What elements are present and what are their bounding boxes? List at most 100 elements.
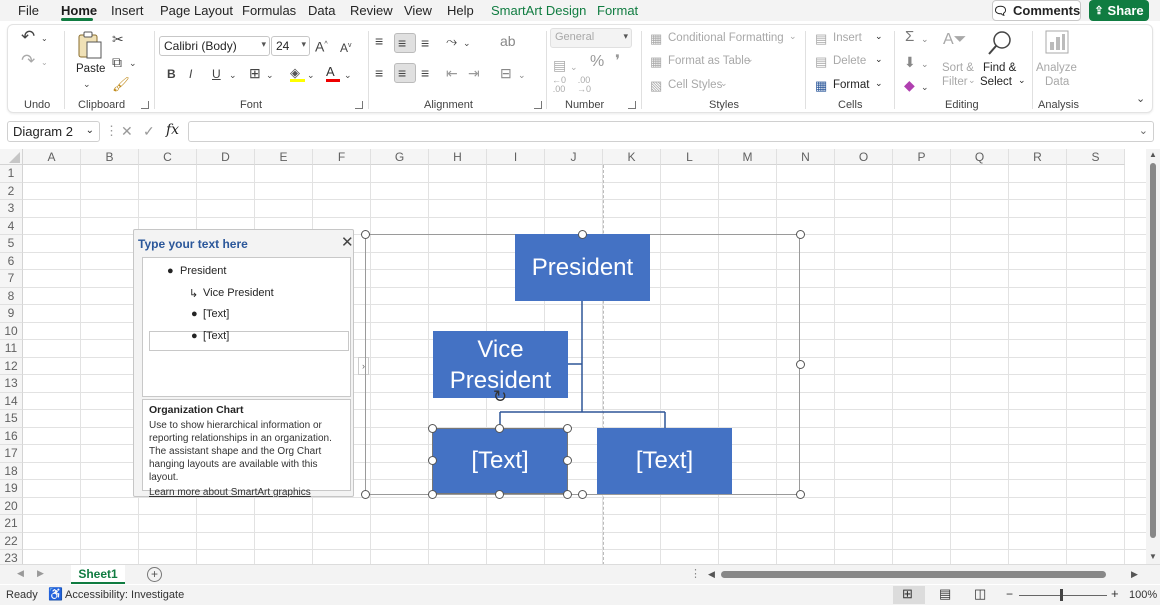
horizontal-scroll-thumb[interactable] [721,571,1106,578]
percent-style-button[interactable]: % [590,54,604,70]
row-header[interactable]: 1 [0,165,23,183]
text-pane-item[interactable]: Vice President [203,287,274,299]
tab-data[interactable]: Data [308,3,335,18]
resize-handle[interactable] [563,424,572,433]
resize-handle[interactable] [563,456,572,465]
resize-handle[interactable] [495,490,504,499]
number-format-combo[interactable]: General ▾ [550,28,632,48]
resize-handle[interactable] [428,490,437,499]
row-header[interactable]: 6 [0,252,23,270]
alignment-launcher-icon[interactable] [534,101,542,109]
autosum-icon[interactable]: Σ [905,29,914,45]
number-launcher-icon[interactable] [628,101,636,109]
comma-style-button[interactable]: ❜ [615,54,620,70]
fill-color-button[interactable]: ◈ [290,65,306,83]
zoom-in-icon[interactable]: + [1111,586,1119,601]
increase-decimal-icon[interactable]: ←0.00 [552,76,566,94]
org-box-president[interactable]: President [515,234,650,301]
row-header[interactable]: 15 [0,410,23,428]
accounting-format-icon[interactable]: ▤ [553,57,566,73]
accessibility-status[interactable]: Accessibility: Investigate [65,589,184,601]
column-header[interactable]: H [429,149,487,165]
column-header[interactable]: P [893,149,951,165]
row-header[interactable]: 2 [0,182,23,200]
scroll-down-icon[interactable]: ▼ [1149,552,1157,561]
redo-icon[interactable]: ↷ [21,52,35,69]
column-header[interactable]: A [23,149,81,165]
cut-icon[interactable]: ✂ [112,31,124,47]
resize-handle[interactable] [796,490,805,499]
scroll-up-icon[interactable]: ▲ [1149,150,1157,159]
tab-insert[interactable]: Insert [111,3,144,18]
copy-dropdown-icon[interactable]: ⌄ [129,55,137,71]
font-size-combo[interactable]: 24 ▾ [271,36,310,56]
tab-view[interactable]: View [404,3,432,18]
collapse-ribbon-icon[interactable]: ⌄ [1136,91,1145,107]
resize-handle[interactable] [428,424,437,433]
orientation-icon[interactable]: ⤳ [446,33,457,49]
fill-icon[interactable]: ⬇ [904,54,916,70]
merge-center-icon[interactable]: ⊟ [500,65,512,81]
column-header[interactable]: G [371,149,429,165]
copy-icon[interactable]: ⧉ [112,54,122,70]
row-header[interactable]: 19 [0,480,23,498]
column-header[interactable]: E [255,149,313,165]
decrease-decimal-icon[interactable]: .00 →0 [577,76,591,94]
row-header[interactable]: 9 [0,305,23,323]
column-header[interactable]: L [661,149,719,165]
text-pane-item[interactable]: [Text] [203,308,229,320]
more-options-icon[interactable]: ⋮ [690,567,701,580]
text-pane-item[interactable]: President [180,265,226,277]
row-header[interactable]: 3 [0,200,23,218]
row-header[interactable]: 17 [0,445,23,463]
column-header[interactable]: D [197,149,255,165]
insert-function-button[interactable]: fx [166,122,179,138]
row-header[interactable]: 10 [0,322,23,340]
share-button[interactable]: ⇪ Share [1089,0,1149,21]
row-header[interactable]: 5 [0,235,23,253]
row-header[interactable]: 7 [0,270,23,288]
font-launcher-icon[interactable] [355,101,363,109]
resize-handle[interactable] [428,456,437,465]
sort-filter-button[interactable]: A⏷ Sort & Filter ⌄ [938,29,978,91]
fill-dropdown-icon[interactable]: ⌄ [307,67,315,83]
align-middle-button[interactable]: ≡ [394,33,416,53]
vertical-scrollbar[interactable]: ▲ ▼ [1146,149,1160,564]
clipboard-launcher-icon[interactable] [141,101,149,109]
decrease-indent-icon[interactable]: ⇤ [446,65,458,81]
resize-handle[interactable] [578,230,587,239]
find-select-button[interactable]: Find & Select ⌄ [980,29,1026,91]
row-header[interactable]: 8 [0,287,23,305]
page-break-view-icon[interactable]: ◫ [974,586,986,602]
row-header[interactable]: 4 [0,217,23,235]
formula-input[interactable]: ⌄ [188,121,1154,142]
insert-cells-button[interactable]: ▤ Insert ⌄ [815,31,885,47]
redo-dropdown-icon[interactable]: ⌄ [41,55,48,71]
scroll-tabs-right-icon[interactable]: ▶ [37,568,44,579]
paste-button[interactable] [74,29,104,61]
column-header[interactable]: S [1067,149,1125,165]
resize-handle[interactable] [563,490,572,499]
undo-dropdown-icon[interactable]: ⌄ [41,31,48,47]
font-color-button[interactable]: A [326,64,342,82]
zoom-level[interactable]: 100% [1129,589,1157,601]
scroll-left-icon[interactable]: ◀ [708,569,715,580]
row-header[interactable]: 12 [0,357,23,375]
row-header[interactable]: 22 [0,532,23,550]
row-header[interactable]: 14 [0,392,23,410]
tab-page-layout[interactable]: Page Layout [160,3,233,18]
add-sheet-icon[interactable]: + [147,567,162,582]
bold-button[interactable]: B [167,66,176,82]
increase-indent-icon[interactable]: ⇥ [468,65,480,81]
format-painter-icon[interactable]: 🖌 [112,76,130,92]
org-box-text-2[interactable]: [Text] [597,428,732,494]
borders-icon[interactable]: ⊞ [249,65,261,81]
row-header[interactable]: 11 [0,340,23,358]
row-header[interactable]: 21 [0,515,23,533]
tab-home[interactable]: Home [61,3,97,18]
page-layout-view-icon[interactable]: ▤ [939,586,951,602]
scroll-tabs-left-icon[interactable]: ◀ [17,568,24,579]
rotate-handle-icon[interactable]: ↻ [490,388,510,406]
zoom-out-icon[interactable]: − [1006,587,1013,601]
text-pane-list[interactable]: ● President ↳ Vice President ● [Text] ● … [142,257,351,397]
